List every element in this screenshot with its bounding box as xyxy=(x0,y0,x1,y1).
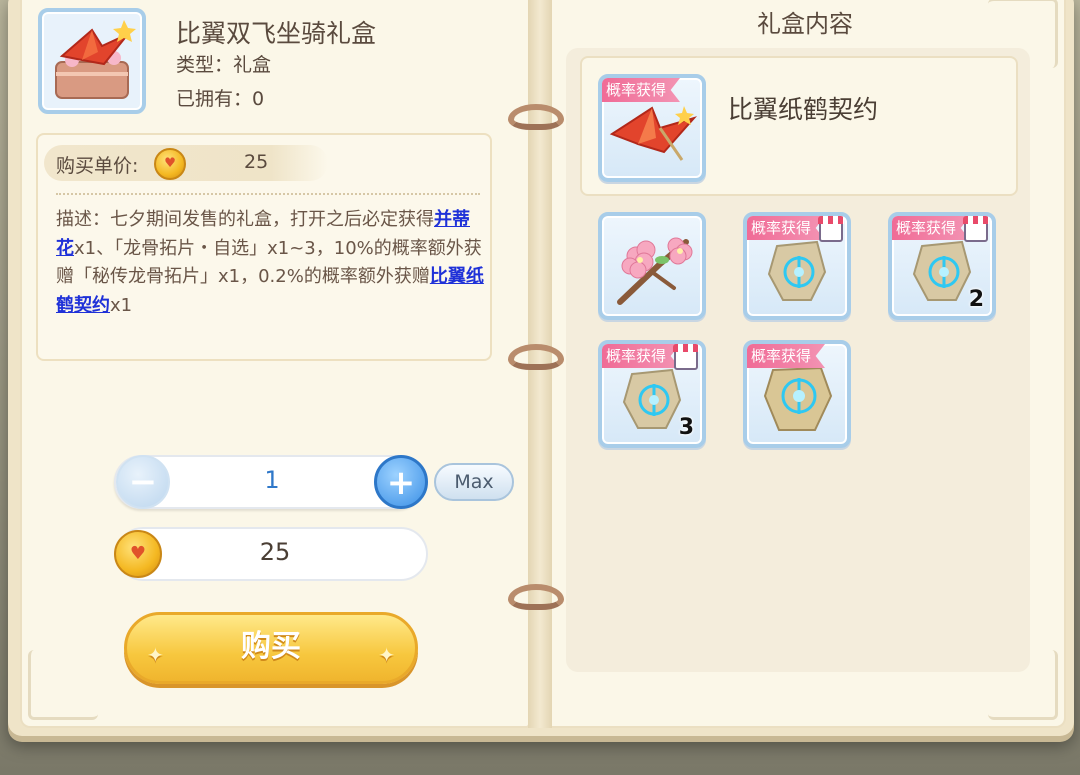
item-type: 类型：礼盒 xyxy=(176,54,272,76)
price-label: 购买单价: xyxy=(56,155,139,177)
cherry-blossom-icon xyxy=(617,237,693,305)
probability-tag: 概率获得 xyxy=(892,216,971,240)
gold-coin-icon xyxy=(114,530,162,578)
reward-slot-cherry-blossom[interactable] xyxy=(598,212,706,320)
divider xyxy=(56,193,480,195)
buy-button-label: 购买 xyxy=(241,629,301,664)
gift-box-crane-icon xyxy=(38,8,146,114)
description-middle: x1、「龙骨拓片・自选」x1~3，10%的概率额外获赠「秘传龙骨拓片」x1，0.… xyxy=(56,237,482,288)
shop-icon xyxy=(673,344,699,370)
sparkle-icon: ✦ xyxy=(378,643,395,667)
binder-ring-icon xyxy=(508,104,564,130)
plus-icon: + xyxy=(386,463,416,503)
reward-slot-dragon-bone[interactable]: 概率获得 xyxy=(743,212,851,320)
price-value: 25 xyxy=(244,151,269,173)
quantity-value[interactable]: 1 xyxy=(170,466,374,494)
probability-tag: 概率获得 xyxy=(602,78,681,102)
total-price-value: 25 xyxy=(259,538,291,566)
increase-quantity-button[interactable]: + xyxy=(374,455,428,509)
minus-icon: − xyxy=(128,462,158,502)
shop-icon xyxy=(963,216,989,242)
probability-tag: 概率获得 xyxy=(747,344,826,368)
item-count: 3 xyxy=(678,415,694,440)
sparkle-icon: ✦ xyxy=(147,643,164,667)
decrease-quantity-button[interactable]: − xyxy=(116,455,170,509)
description-prefix: 描述：七夕期间发售的礼盒，打开之后必定获得 xyxy=(56,209,434,230)
reward-slot-dragon-bone-3[interactable]: 概率获得 3 xyxy=(598,340,706,448)
binder-ring-icon xyxy=(508,584,564,610)
featured-reward-slot[interactable]: 概率获得 xyxy=(598,74,706,182)
binder-ring-icon xyxy=(508,344,564,370)
reward-slot-secret-dragon-bone[interactable]: 概率获得 xyxy=(743,340,851,448)
max-quantity-button[interactable]: Max xyxy=(434,463,514,501)
shop-icon xyxy=(818,216,844,242)
item-owned-count: 已拥有：0 xyxy=(176,88,265,110)
item-description: 描述：七夕期间发售的礼盒，打开之后必定获得并蒂花x1、「龙骨拓片・自选」x1~3… xyxy=(56,206,486,320)
probability-tag: 概率获得 xyxy=(747,216,826,240)
probability-tag: 概率获得 xyxy=(602,344,681,368)
buy-button[interactable]: ✦ 购买 ✦ xyxy=(124,612,418,684)
gift-contents-title: 礼盒内容 xyxy=(757,10,853,38)
item-count: 2 xyxy=(968,287,984,312)
featured-reward-name: 比翼纸鹤契约 xyxy=(728,95,879,124)
reward-slot-dragon-bone-2[interactable]: 概率获得 2 xyxy=(888,212,996,320)
gold-coin-icon xyxy=(154,148,186,180)
description-suffix: x1 xyxy=(110,294,133,316)
item-title: 比翼双飞坐骑礼盒 xyxy=(176,19,377,48)
